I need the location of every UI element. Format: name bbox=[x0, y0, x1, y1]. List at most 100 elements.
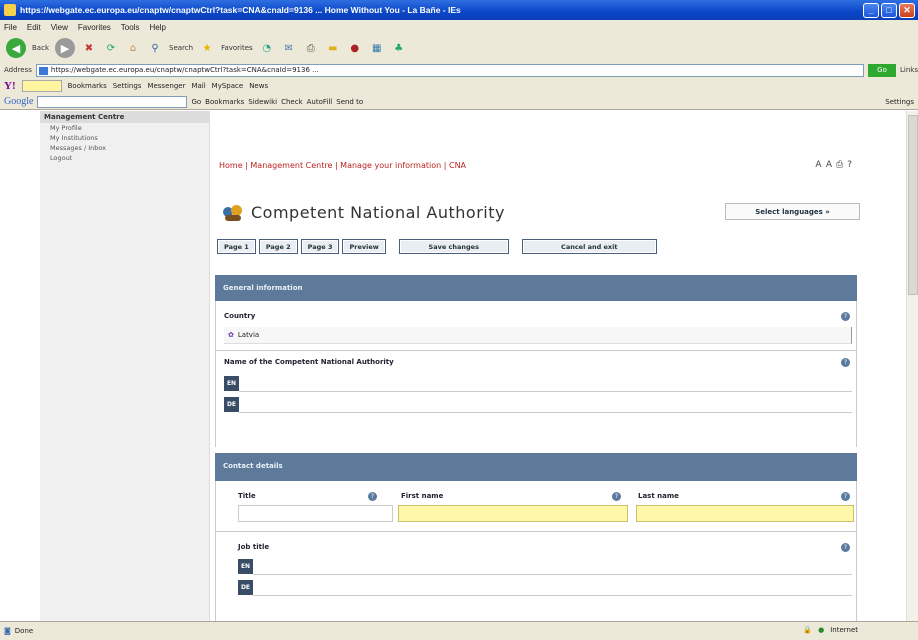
google-logo[interactable]: Google bbox=[4, 96, 33, 107]
menu-view[interactable]: View bbox=[51, 23, 68, 32]
print-page-icon[interactable]: ⎙ bbox=[836, 160, 847, 170]
country-help-icon[interactable]: ? bbox=[841, 312, 850, 321]
authority-name-de-input[interactable] bbox=[239, 396, 852, 413]
folder-icon[interactable]: ▬ bbox=[325, 40, 341, 56]
vertical-scrollbar[interactable] bbox=[906, 111, 918, 621]
yahoo-mail[interactable]: Mail bbox=[191, 82, 205, 90]
yahoo-news[interactable]: News bbox=[249, 82, 268, 90]
sidebar-item-profile[interactable]: My Profile bbox=[40, 123, 209, 133]
job-lang-tag-en: EN bbox=[238, 559, 253, 574]
help-icon[interactable]: ? bbox=[847, 160, 856, 170]
window-title: https://webgate.ec.europa.eu/cnaptw/cnap… bbox=[20, 5, 461, 15]
home-icon[interactable]: ⌂ bbox=[125, 40, 141, 56]
back-button[interactable]: ◀ bbox=[6, 38, 26, 58]
last-name-label: Last name bbox=[638, 492, 679, 500]
forward-button[interactable]: ▶ bbox=[55, 38, 75, 58]
go-button[interactable]: Go bbox=[868, 63, 897, 77]
tab-page-3[interactable]: Page 3 bbox=[300, 239, 340, 254]
tab-page-1[interactable]: Page 1 bbox=[217, 239, 256, 254]
history-icon[interactable]: ◔ bbox=[259, 40, 275, 56]
scrollbar-thumb[interactable] bbox=[908, 115, 918, 295]
tab-page-2[interactable]: Page 2 bbox=[258, 239, 298, 254]
favorites-label[interactable]: Favorites bbox=[221, 44, 253, 52]
authority-name-label: Name of the Competent National Authority bbox=[224, 358, 394, 366]
google-search-input[interactable] bbox=[37, 95, 188, 108]
status-text: Done bbox=[14, 627, 34, 635]
title-label: Title bbox=[238, 492, 256, 500]
yahoo-logo[interactable]: Y! bbox=[4, 80, 16, 92]
browser-icon bbox=[4, 4, 16, 16]
people-icon bbox=[223, 204, 243, 221]
first-name-input[interactable] bbox=[398, 505, 628, 522]
title-input[interactable] bbox=[238, 505, 393, 522]
sidebar-item-messages[interactable]: Messages / Inbox bbox=[40, 143, 209, 153]
text-size-small-icon[interactable]: A bbox=[815, 160, 825, 170]
sidebar-item-logout[interactable]: Logout bbox=[40, 153, 209, 163]
google-check[interactable]: Check bbox=[281, 98, 303, 106]
minimize-button[interactable]: _ bbox=[863, 2, 879, 18]
research-icon[interactable]: ▦ bbox=[369, 40, 385, 56]
google-send-to[interactable]: Send to bbox=[336, 98, 363, 106]
links-label[interactable]: Links bbox=[900, 66, 918, 74]
menu-edit[interactable]: Edit bbox=[27, 23, 41, 32]
cancel-exit-button[interactable]: Cancel and exit bbox=[521, 239, 657, 254]
save-changes-button[interactable]: Save changes bbox=[398, 239, 509, 254]
main-area: Home | Management Centre | Manage your i… bbox=[215, 111, 860, 621]
status-bar: ◙ Done 🔒 ● Internet bbox=[0, 621, 918, 640]
tab-preview[interactable]: Preview bbox=[342, 239, 386, 254]
maximize-button[interactable]: □ bbox=[881, 2, 897, 18]
google-sidewiki[interactable]: Sidewiki bbox=[248, 98, 277, 106]
google-autofill[interactable]: AutoFill bbox=[307, 98, 333, 106]
messenger-icon[interactable]: ● bbox=[347, 40, 363, 56]
search-label[interactable]: Search bbox=[169, 44, 193, 52]
address-bar: Address https://webgate.ec.europa.eu/cna… bbox=[0, 62, 918, 78]
menu-help[interactable]: Help bbox=[149, 23, 165, 32]
menu-tools[interactable]: Tools bbox=[121, 23, 140, 32]
lock-icon[interactable]: 🔒 bbox=[803, 626, 812, 634]
addon-icon[interactable]: ♣ bbox=[391, 40, 407, 56]
close-button[interactable]: ✕ bbox=[899, 2, 915, 18]
internet-zone-icon: ● bbox=[818, 626, 825, 634]
general-information-heading: General information bbox=[215, 275, 857, 301]
lang-tag-de: DE bbox=[224, 397, 239, 412]
stop-icon[interactable]: ✖ bbox=[81, 40, 97, 56]
job-title-en-input[interactable] bbox=[253, 558, 852, 575]
yahoo-bookmarks[interactable]: Bookmarks bbox=[68, 82, 107, 90]
last-name-input[interactable] bbox=[636, 505, 854, 522]
title-help-icon[interactable]: ? bbox=[368, 492, 377, 501]
menu-file[interactable]: File bbox=[4, 23, 17, 32]
contact-details-body: Title ? First name ? Last name ? Job tit… bbox=[215, 481, 857, 621]
yahoo-messenger[interactable]: Messenger bbox=[147, 82, 185, 90]
breadcrumb[interactable]: Home | Management Centre | Manage your i… bbox=[219, 161, 466, 170]
authority-name-help-icon[interactable]: ? bbox=[841, 358, 850, 367]
select-languages-button[interactable]: Select languages » bbox=[725, 203, 860, 220]
yahoo-search-input[interactable] bbox=[21, 80, 62, 92]
print-icon[interactable]: ⎙ bbox=[303, 40, 319, 56]
search-icon[interactable]: ⚲ bbox=[147, 40, 163, 56]
page-heading: Competent National Authority bbox=[223, 203, 505, 222]
google-go[interactable]: Go bbox=[191, 98, 201, 106]
sidebar-item-institutions[interactable]: My Institutions bbox=[40, 133, 209, 143]
first-name-help-icon[interactable]: ? bbox=[612, 492, 621, 501]
page-done-icon: ◙ bbox=[4, 627, 11, 635]
last-name-help-icon[interactable]: ? bbox=[841, 492, 850, 501]
google-bookmarks[interactable]: Bookmarks bbox=[205, 98, 244, 106]
menu-favorites[interactable]: Favorites bbox=[78, 23, 111, 32]
favorites-icon[interactable]: ★ bbox=[199, 40, 215, 56]
yahoo-settings[interactable]: Settings bbox=[113, 82, 142, 90]
job-title-label: Job title bbox=[238, 543, 270, 551]
first-name-label: First name bbox=[401, 492, 444, 500]
general-information-panel: General information Country ? ✿ Latvia N… bbox=[215, 275, 857, 447]
job-title-help-icon[interactable]: ? bbox=[841, 543, 850, 552]
yahoo-myspace[interactable]: MySpace bbox=[212, 82, 244, 90]
address-label: Address bbox=[4, 66, 32, 74]
google-settings[interactable]: Settings bbox=[885, 98, 914, 106]
contact-details-panel: Contact details Title ? First name ? Las… bbox=[215, 453, 857, 621]
address-input[interactable]: https://webgate.ec.europa.eu/cnaptw/cnap… bbox=[35, 63, 865, 77]
mail-icon[interactable]: ✉ bbox=[281, 40, 297, 56]
refresh-icon[interactable]: ⟳ bbox=[103, 40, 119, 56]
authority-name-en-input[interactable] bbox=[239, 375, 852, 392]
job-title-de-input[interactable] bbox=[253, 579, 852, 596]
text-size-large-icon[interactable]: A bbox=[826, 160, 836, 170]
flag-icon: ✿ bbox=[228, 331, 234, 339]
